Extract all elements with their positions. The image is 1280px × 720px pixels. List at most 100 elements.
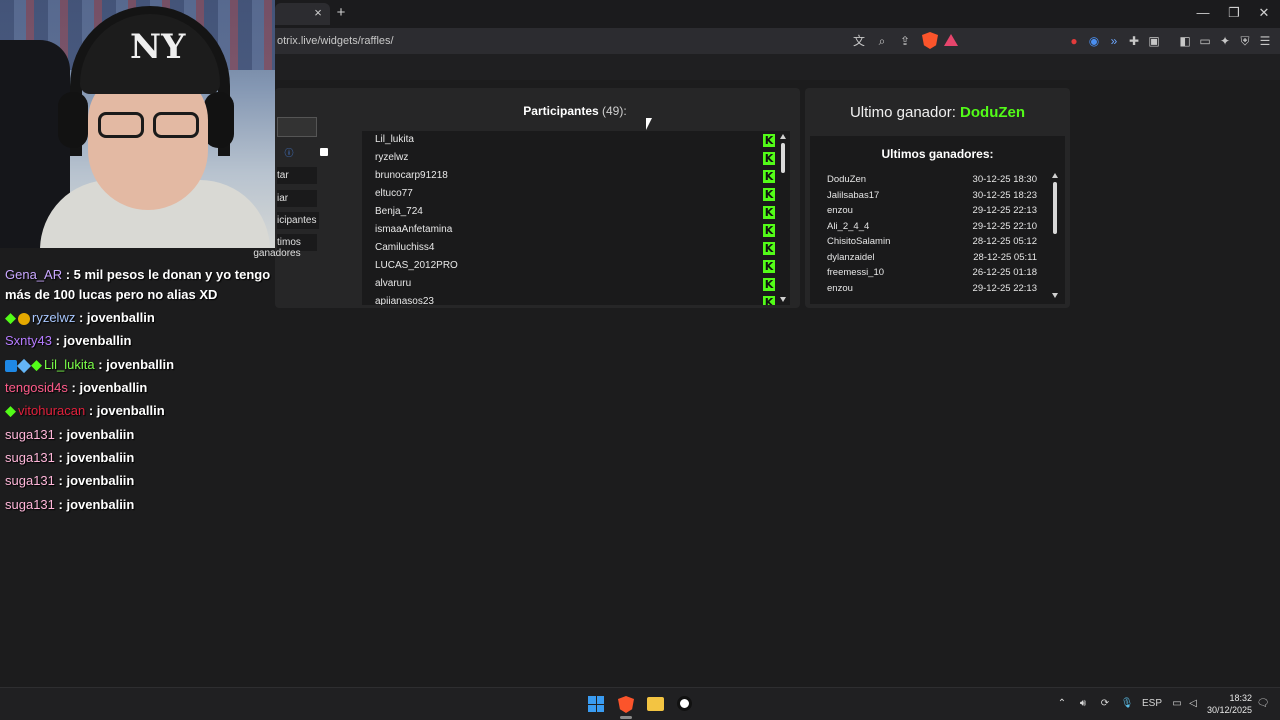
minimize-button[interactable]: — [1188, 4, 1218, 22]
wallet-icon[interactable]: » [1105, 32, 1123, 50]
volume-icon[interactable]: ◁ [1186, 696, 1200, 712]
participants-count: (49): [602, 104, 627, 118]
chat-username[interactable]: Sxnty43 [5, 333, 52, 348]
participant-row[interactable]: Camiluchiss4 K [375, 239, 775, 257]
winner-name: enzou [827, 282, 853, 294]
winner-row: dylanzaidel 28-12-25 05:11 [827, 250, 1037, 265]
option-checkbox[interactable] [320, 148, 328, 156]
scroll-up-arrow-icon[interactable] [1052, 173, 1058, 178]
winner-row: enzou 29-12-25 22:13 [827, 203, 1037, 218]
chat-username[interactable]: ryzelwz [32, 310, 75, 325]
close-window-button[interactable]: ✕ [1249, 4, 1279, 22]
chevron-up-icon[interactable]: ⌃ [1056, 696, 1068, 712]
kick-icon: K [763, 296, 775, 305]
sidebar-icon[interactable]: ◧ [1176, 32, 1194, 50]
speaker-icon[interactable]: 🔊︎ [1076, 696, 1090, 712]
chat-text: : jovenballin [78, 310, 155, 325]
participant-row[interactable]: ismaaAnfetamina K [375, 221, 775, 239]
participant-name: Lil_lukita [375, 134, 414, 145]
brave-rewards-icon[interactable] [944, 34, 958, 46]
participant-row[interactable]: eltuco77 K [375, 185, 775, 203]
chat-username[interactable]: suga131 [5, 450, 55, 465]
participant-row[interactable]: ryzelwz K [375, 149, 775, 167]
participant-name: eltuco77 [375, 188, 413, 199]
winners-scrollbar[interactable] [1050, 172, 1060, 302]
translate-icon[interactable]: 文 [850, 32, 868, 50]
chat-username[interactable]: Lil_lukita [44, 357, 95, 372]
winner-row: DoduZen 30-12-25 18:30 [827, 172, 1037, 187]
winner-row: Ali_2_4_4 29-12-25 22:10 [827, 219, 1037, 234]
scroll-thumb[interactable] [1053, 182, 1057, 234]
reset-button[interactable]: iar [277, 190, 317, 207]
winner-name: Jalilsabas17 [827, 189, 880, 201]
winner-date: 30-12-25 18:23 [972, 189, 1037, 201]
last-winner-label: Ultimo ganador: [849, 104, 956, 121]
sync-icon[interactable]: ⟳ [1098, 696, 1112, 712]
chat-text: : jovenballin [55, 333, 132, 348]
chat-message: suga131 : jovenbaliin [5, 471, 134, 491]
chat-message: suga131 : jovenbaliin [5, 448, 134, 468]
participant-row[interactable]: Benja_724 K [375, 203, 775, 221]
chat-username[interactable]: Gena_AR [5, 267, 62, 282]
start-button[interactable]: tar [277, 167, 317, 184]
participants-button[interactable]: icipantes [277, 212, 319, 229]
participant-row[interactable]: LUCAS_2012PRO K [375, 257, 775, 275]
participant-row[interactable]: brunocarp91218 K [375, 167, 775, 185]
chat-message: más de 100 lucas pero no alias XD [5, 285, 217, 305]
network-icon[interactable]: ▭ [1170, 696, 1184, 712]
participant-name: alvaruru [375, 278, 412, 289]
winner-row: enzou 29-12-25 22:13 [827, 281, 1037, 296]
chat-text: más de 100 lucas pero no alias XD [5, 287, 218, 302]
participant-row[interactable]: alvaruru K [375, 275, 775, 293]
chat-username[interactable]: vitohuracan [18, 403, 85, 418]
obs-studio-icon[interactable] [677, 696, 692, 711]
last-winner-name: DoduZen [960, 104, 1026, 121]
zoom-icon[interactable]: ⌕ [873, 32, 891, 50]
chat-username[interactable]: suga131 [5, 497, 55, 512]
cube-badge-icon [16, 358, 32, 373]
winner-name: Ali_2_4_4 [827, 220, 870, 232]
leo-ai-icon[interactable]: ✦ [1216, 32, 1234, 50]
menu-icon[interactable]: ☰ [1256, 32, 1274, 50]
glasses-left-lens [98, 112, 144, 138]
chat-username[interactable]: suga131 [5, 473, 55, 488]
mouse-cursor [646, 118, 652, 130]
scroll-thumb[interactable] [781, 143, 785, 173]
participants-list[interactable]: Lil_lukita Kryzelwz Kbrunocarp91218 Keltuco… [362, 131, 790, 305]
glasses-right-lens [153, 112, 199, 138]
chat-username[interactable]: suga131 [5, 427, 55, 442]
language-indicator[interactable]: ESP [1140, 696, 1164, 712]
windows-start-icon[interactable] [588, 696, 604, 712]
command-input[interactable] [277, 117, 317, 137]
share-icon[interactable]: ⇪ [896, 32, 914, 50]
tab-close-button[interactable]: × [311, 5, 325, 21]
scroll-up-arrow-icon[interactable] [780, 134, 786, 139]
participant-row[interactable]: apiianasos23 K [375, 293, 775, 305]
participant-row[interactable]: Lil_lukita K [375, 131, 775, 149]
participants-title: Participantes (49): [505, 104, 645, 118]
notification-icon[interactable]: 🗨︎ [1256, 696, 1270, 712]
microphone-icon[interactable]: 🎙︎ [1120, 696, 1134, 712]
chat-text: : jovenbaliin [58, 450, 135, 465]
record-icon[interactable]: ● [1065, 32, 1083, 50]
file-explorer-icon[interactable] [647, 697, 664, 711]
extensions-icon[interactable]: ✚ [1125, 32, 1143, 50]
clock-date[interactable]: 30/12/2025 [1200, 705, 1252, 715]
url-field[interactable]: otrix.live/widgets/raffles/ [277, 33, 394, 49]
vpn-icon[interactable]: ◉ [1085, 32, 1103, 50]
info-icon[interactable]: ⓘ [283, 147, 295, 159]
winner-row: Jalilsabas17 30-12-25 18:23 [827, 188, 1037, 203]
clock-time[interactable]: 18:32 [1200, 693, 1252, 703]
participants-scrollbar[interactable] [777, 131, 789, 305]
media-icon[interactable]: ▣ [1145, 32, 1163, 50]
shield-icon[interactable]: ⛨ [1236, 32, 1254, 50]
chat-username[interactable]: tengosid4s [5, 380, 68, 395]
scroll-down-arrow-icon[interactable] [1052, 293, 1058, 298]
scroll-down-arrow-icon[interactable] [780, 297, 786, 302]
new-tab-button[interactable]: + [334, 4, 348, 22]
chat-text: : 5 mil pesos le donan y yo tengo [65, 267, 271, 282]
maximize-button[interactable]: ❐ [1219, 4, 1249, 22]
winners-list[interactable]: DoduZen 30-12-25 18:30 Jalilsabas17 30-12-2… [810, 136, 1065, 304]
kick-badge-icon [5, 313, 16, 325]
wallet-panel-icon[interactable]: ▭ [1196, 32, 1214, 50]
